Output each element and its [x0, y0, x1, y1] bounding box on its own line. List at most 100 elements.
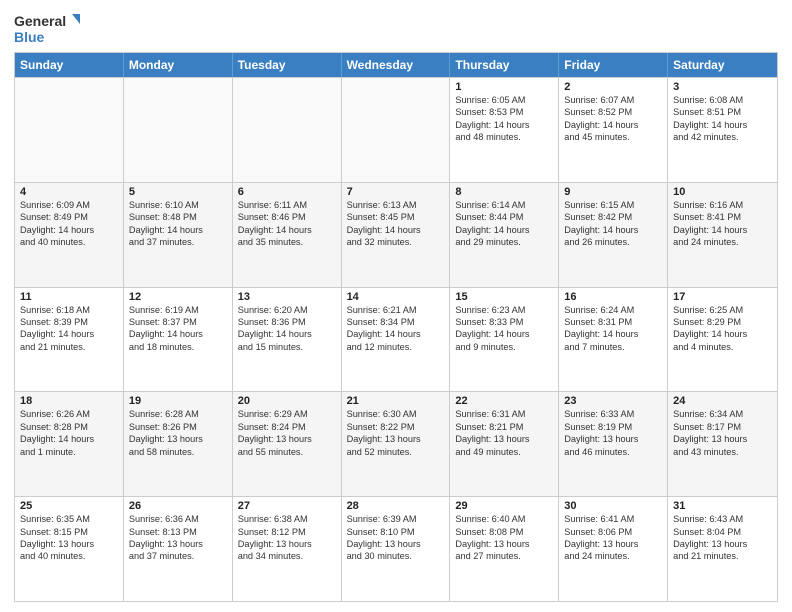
day-cell-15: 15Sunrise: 6:23 AM Sunset: 8:33 PM Dayli…	[450, 288, 559, 392]
day-number: 9	[564, 186, 662, 198]
day-info: Sunrise: 6:33 AM Sunset: 8:19 PM Dayligh…	[564, 408, 662, 458]
day-info: Sunrise: 6:26 AM Sunset: 8:28 PM Dayligh…	[20, 408, 118, 458]
day-number: 15	[455, 291, 553, 303]
day-cell-12: 12Sunrise: 6:19 AM Sunset: 8:37 PM Dayli…	[124, 288, 233, 392]
day-info: Sunrise: 6:40 AM Sunset: 8:08 PM Dayligh…	[455, 513, 553, 563]
day-cell-21: 21Sunrise: 6:30 AM Sunset: 8:22 PM Dayli…	[342, 392, 451, 496]
day-number: 6	[238, 186, 336, 198]
day-info: Sunrise: 6:36 AM Sunset: 8:13 PM Dayligh…	[129, 513, 227, 563]
empty-cell-r0c1	[124, 78, 233, 182]
header-day-friday: Friday	[559, 53, 668, 77]
day-number: 17	[673, 291, 772, 303]
day-number: 21	[347, 395, 445, 407]
day-cell-23: 23Sunrise: 6:33 AM Sunset: 8:19 PM Dayli…	[559, 392, 668, 496]
day-number: 11	[20, 291, 118, 303]
day-cell-14: 14Sunrise: 6:21 AM Sunset: 8:34 PM Dayli…	[342, 288, 451, 392]
header-day-thursday: Thursday	[450, 53, 559, 77]
day-cell-11: 11Sunrise: 6:18 AM Sunset: 8:39 PM Dayli…	[15, 288, 124, 392]
calendar-row-3: 11Sunrise: 6:18 AM Sunset: 8:39 PM Dayli…	[15, 287, 777, 392]
day-info: Sunrise: 6:38 AM Sunset: 8:12 PM Dayligh…	[238, 513, 336, 563]
day-number: 14	[347, 291, 445, 303]
day-number: 31	[673, 500, 772, 512]
day-cell-27: 27Sunrise: 6:38 AM Sunset: 8:12 PM Dayli…	[233, 497, 342, 601]
day-info: Sunrise: 6:43 AM Sunset: 8:04 PM Dayligh…	[673, 513, 772, 563]
day-cell-28: 28Sunrise: 6:39 AM Sunset: 8:10 PM Dayli…	[342, 497, 451, 601]
day-number: 19	[129, 395, 227, 407]
day-cell-17: 17Sunrise: 6:25 AM Sunset: 8:29 PM Dayli…	[668, 288, 777, 392]
day-cell-30: 30Sunrise: 6:41 AM Sunset: 8:06 PM Dayli…	[559, 497, 668, 601]
header-day-monday: Monday	[124, 53, 233, 77]
day-info: Sunrise: 6:16 AM Sunset: 8:41 PM Dayligh…	[673, 199, 772, 249]
calendar-row-5: 25Sunrise: 6:35 AM Sunset: 8:15 PM Dayli…	[15, 496, 777, 601]
day-cell-22: 22Sunrise: 6:31 AM Sunset: 8:21 PM Dayli…	[450, 392, 559, 496]
day-number: 29	[455, 500, 553, 512]
day-number: 2	[564, 81, 662, 93]
calendar-body: 1Sunrise: 6:05 AM Sunset: 8:53 PM Daylig…	[15, 77, 777, 601]
day-info: Sunrise: 6:19 AM Sunset: 8:37 PM Dayligh…	[129, 304, 227, 354]
day-number: 22	[455, 395, 553, 407]
day-info: Sunrise: 6:34 AM Sunset: 8:17 PM Dayligh…	[673, 408, 772, 458]
empty-cell-r0c0	[15, 78, 124, 182]
day-number: 24	[673, 395, 772, 407]
logo-svg: General Blue	[14, 10, 84, 46]
day-number: 4	[20, 186, 118, 198]
header-day-saturday: Saturday	[668, 53, 777, 77]
day-number: 7	[347, 186, 445, 198]
header-day-sunday: Sunday	[15, 53, 124, 77]
day-info: Sunrise: 6:30 AM Sunset: 8:22 PM Dayligh…	[347, 408, 445, 458]
day-info: Sunrise: 6:25 AM Sunset: 8:29 PM Dayligh…	[673, 304, 772, 354]
day-info: Sunrise: 6:35 AM Sunset: 8:15 PM Dayligh…	[20, 513, 118, 563]
day-number: 12	[129, 291, 227, 303]
header-day-tuesday: Tuesday	[233, 53, 342, 77]
day-number: 26	[129, 500, 227, 512]
day-cell-26: 26Sunrise: 6:36 AM Sunset: 8:13 PM Dayli…	[124, 497, 233, 601]
day-number: 23	[564, 395, 662, 407]
day-cell-5: 5Sunrise: 6:10 AM Sunset: 8:48 PM Daylig…	[124, 183, 233, 287]
day-info: Sunrise: 6:29 AM Sunset: 8:24 PM Dayligh…	[238, 408, 336, 458]
day-cell-29: 29Sunrise: 6:40 AM Sunset: 8:08 PM Dayli…	[450, 497, 559, 601]
day-info: Sunrise: 6:39 AM Sunset: 8:10 PM Dayligh…	[347, 513, 445, 563]
day-info: Sunrise: 6:15 AM Sunset: 8:42 PM Dayligh…	[564, 199, 662, 249]
calendar-header: SundayMondayTuesdayWednesdayThursdayFrid…	[15, 53, 777, 77]
day-cell-24: 24Sunrise: 6:34 AM Sunset: 8:17 PM Dayli…	[668, 392, 777, 496]
day-cell-9: 9Sunrise: 6:15 AM Sunset: 8:42 PM Daylig…	[559, 183, 668, 287]
day-cell-6: 6Sunrise: 6:11 AM Sunset: 8:46 PM Daylig…	[233, 183, 342, 287]
svg-text:Blue: Blue	[14, 29, 45, 45]
day-info: Sunrise: 6:13 AM Sunset: 8:45 PM Dayligh…	[347, 199, 445, 249]
day-number: 18	[20, 395, 118, 407]
day-cell-18: 18Sunrise: 6:26 AM Sunset: 8:28 PM Dayli…	[15, 392, 124, 496]
day-cell-20: 20Sunrise: 6:29 AM Sunset: 8:24 PM Dayli…	[233, 392, 342, 496]
day-number: 3	[673, 81, 772, 93]
empty-cell-r0c3	[342, 78, 451, 182]
calendar-row-2: 4Sunrise: 6:09 AM Sunset: 8:49 PM Daylig…	[15, 182, 777, 287]
day-number: 20	[238, 395, 336, 407]
day-cell-31: 31Sunrise: 6:43 AM Sunset: 8:04 PM Dayli…	[668, 497, 777, 601]
day-number: 1	[455, 81, 553, 93]
day-cell-16: 16Sunrise: 6:24 AM Sunset: 8:31 PM Dayli…	[559, 288, 668, 392]
day-info: Sunrise: 6:41 AM Sunset: 8:06 PM Dayligh…	[564, 513, 662, 563]
day-info: Sunrise: 6:24 AM Sunset: 8:31 PM Dayligh…	[564, 304, 662, 354]
calendar: SundayMondayTuesdayWednesdayThursdayFrid…	[14, 52, 778, 602]
day-info: Sunrise: 6:20 AM Sunset: 8:36 PM Dayligh…	[238, 304, 336, 354]
day-cell-25: 25Sunrise: 6:35 AM Sunset: 8:15 PM Dayli…	[15, 497, 124, 601]
day-info: Sunrise: 6:28 AM Sunset: 8:26 PM Dayligh…	[129, 408, 227, 458]
calendar-row-4: 18Sunrise: 6:26 AM Sunset: 8:28 PM Dayli…	[15, 391, 777, 496]
logo: General Blue	[14, 10, 84, 46]
day-number: 13	[238, 291, 336, 303]
day-number: 10	[673, 186, 772, 198]
day-info: Sunrise: 6:14 AM Sunset: 8:44 PM Dayligh…	[455, 199, 553, 249]
day-number: 30	[564, 500, 662, 512]
page-header: General Blue	[14, 10, 778, 46]
empty-cell-r0c2	[233, 78, 342, 182]
day-info: Sunrise: 6:11 AM Sunset: 8:46 PM Dayligh…	[238, 199, 336, 249]
day-cell-10: 10Sunrise: 6:16 AM Sunset: 8:41 PM Dayli…	[668, 183, 777, 287]
day-info: Sunrise: 6:31 AM Sunset: 8:21 PM Dayligh…	[455, 408, 553, 458]
day-info: Sunrise: 6:09 AM Sunset: 8:49 PM Dayligh…	[20, 199, 118, 249]
day-number: 25	[20, 500, 118, 512]
day-cell-3: 3Sunrise: 6:08 AM Sunset: 8:51 PM Daylig…	[668, 78, 777, 182]
day-info: Sunrise: 6:18 AM Sunset: 8:39 PM Dayligh…	[20, 304, 118, 354]
day-cell-4: 4Sunrise: 6:09 AM Sunset: 8:49 PM Daylig…	[15, 183, 124, 287]
day-number: 5	[129, 186, 227, 198]
day-info: Sunrise: 6:10 AM Sunset: 8:48 PM Dayligh…	[129, 199, 227, 249]
day-info: Sunrise: 6:05 AM Sunset: 8:53 PM Dayligh…	[455, 94, 553, 144]
